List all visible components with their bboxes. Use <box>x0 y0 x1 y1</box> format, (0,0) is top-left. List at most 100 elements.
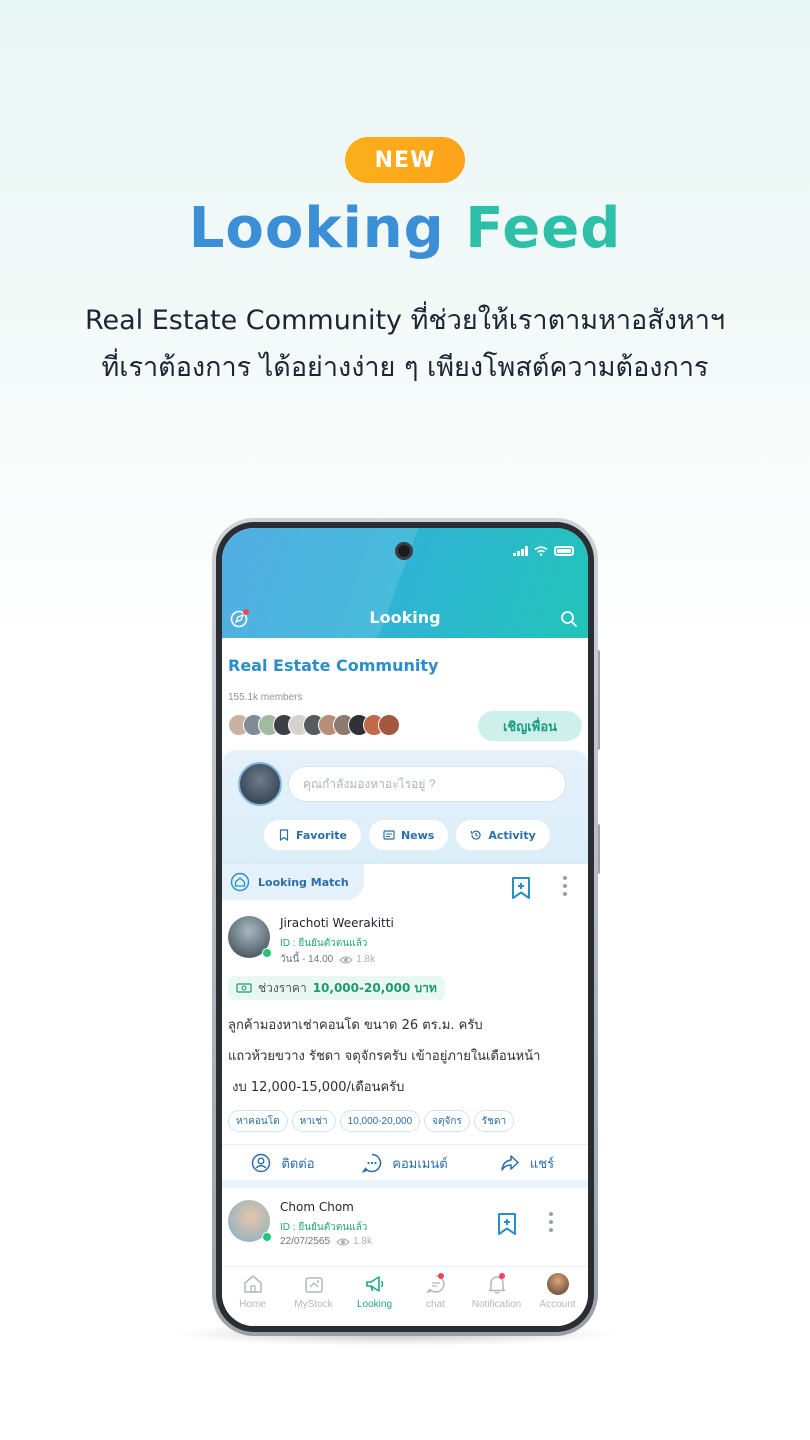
author-name[interactable]: Jirachoti Weerakitti <box>280 916 394 930</box>
member-avatar <box>378 714 400 736</box>
author-name[interactable]: Chom Chom <box>280 1200 354 1214</box>
looking-match-tab[interactable]: Looking Match <box>222 864 364 900</box>
comment-label: คอมเมนต์ <box>392 1156 448 1172</box>
headline-word-1: Looking <box>188 196 445 261</box>
notification-dot <box>438 1273 444 1279</box>
post-time: วันนี้ - 14.00 <box>280 954 334 965</box>
nav-account-label: Account <box>539 1299 576 1310</box>
tag-chip[interactable]: หาเช่า <box>291 1110 336 1132</box>
looking-match-label: Looking Match <box>258 875 349 889</box>
app-header: Looking <box>222 528 588 638</box>
news-chip[interactable]: News <box>368 820 449 850</box>
favorite-chip[interactable]: Favorite <box>264 820 361 850</box>
price-range: ช่วงราคา 10,000-20,000 บาท <box>228 976 445 1000</box>
post-views: 1.8k <box>336 1236 372 1247</box>
nav-home[interactable]: Home <box>222 1273 283 1326</box>
stock-icon <box>304 1277 323 1293</box>
home-match-icon <box>230 872 250 892</box>
search-icon[interactable] <box>560 610 578 628</box>
bookmark-add-icon[interactable] <box>510 876 532 900</box>
post-views-count: 1.8k <box>353 1236 372 1247</box>
invite-friends-button[interactable]: เชิญเพื่อน <box>478 711 582 741</box>
tag-chip[interactable]: หาคอนโด <box>228 1110 288 1132</box>
post-views: 1.8k <box>339 954 375 965</box>
share-icon <box>501 1155 519 1171</box>
headline: Looking Feed <box>0 196 810 261</box>
tag-chip[interactable]: 10,000-20,000 <box>339 1110 421 1132</box>
news-icon <box>383 830 395 840</box>
tag-chip[interactable]: จตุจักร <box>424 1110 470 1132</box>
headline-word-2: Feed <box>465 196 622 261</box>
money-icon <box>236 983 252 993</box>
divider <box>222 1144 588 1145</box>
nav-mystock-label: MyStock <box>294 1299 333 1310</box>
post-body-line: งบ 12,000-15,000/เดือนครับ <box>228 1080 405 1095</box>
contact-label: ติดต่อ <box>281 1156 315 1172</box>
post-composer: คุณกำลังมองหาอะไรอยู่ ? Favorite News Ac… <box>222 750 588 864</box>
my-avatar[interactable] <box>238 762 282 806</box>
bookmark-icon <box>279 829 289 841</box>
community-title[interactable]: Real Estate Community <box>228 656 438 675</box>
post-body-line: ลูกค้ามองหาเช่าคอนโด ขนาด 26 ตร.ม. ครับ <box>228 1018 483 1033</box>
nav-looking-label: Looking <box>356 1299 393 1310</box>
post-actions: ติดต่อ คอมเมนต์ แชร์ <box>222 1146 588 1180</box>
nav-notification-label: Notification <box>471 1299 522 1310</box>
post-separator <box>222 1180 588 1188</box>
post-body: ลูกค้ามองหาเช่าคอนโด ขนาด 26 ตร.ม. ครับ … <box>228 1010 582 1103</box>
avatar <box>546 1273 569 1295</box>
home-icon <box>243 1275 262 1293</box>
megaphone-icon <box>365 1276 383 1292</box>
app-title: Looking <box>369 608 441 627</box>
more-options-icon[interactable] <box>549 1212 555 1232</box>
nav-mystock[interactable]: MyStock <box>283 1273 344 1326</box>
eye-icon <box>339 955 354 964</box>
post-tags: หาคอนโด หาเช่า 10,000-20,000 จตุจักร รัช… <box>228 1110 515 1132</box>
tag-chip[interactable]: รัชดา <box>473 1110 515 1132</box>
subtitle-line-2: ที่เราต้องการ ได้อย่างง่าย ๆ เพียงโพสต์ค… <box>101 352 709 383</box>
phone-screen: Looking Real Estate Community 155.1k mem… <box>222 528 588 1326</box>
contact-icon <box>252 1153 271 1173</box>
news-chip-label: News <box>400 828 435 842</box>
battery-icon <box>554 546 574 556</box>
composer-chips: Favorite News Activity <box>264 820 550 850</box>
verified-icon <box>262 1232 272 1242</box>
post-meta: 22/07/2565 1.8k <box>280 1236 372 1247</box>
history-icon <box>471 830 481 840</box>
signal-icon <box>513 546 528 556</box>
nav-looking[interactable]: Looking <box>344 1273 405 1326</box>
activity-chip[interactable]: Activity <box>456 820 550 850</box>
bottom-nav: Home MyStock Looking chat Notification A… <box>222 1266 588 1326</box>
subtitle-line-1: Real Estate Community ที่ช่วยให้เราตามหา… <box>84 305 726 336</box>
price-label: ช่วงราคา <box>258 980 307 995</box>
comment-button[interactable]: คอมเมนต์ <box>344 1146 466 1180</box>
price-value: 10,000-20,000 บาท <box>312 980 437 995</box>
front-camera <box>395 542 413 560</box>
new-badge: NEW <box>345 137 465 183</box>
nav-notification[interactable]: Notification <box>466 1273 527 1326</box>
nav-home-label: Home <box>239 1299 266 1310</box>
post-meta: วันนี้ - 14.00 1.8k <box>280 952 375 967</box>
contact-button[interactable]: ติดต่อ <box>222 1146 344 1180</box>
looking-input[interactable]: คุณกำลังมองหาอะไรอยู่ ? <box>288 766 566 802</box>
favorite-chip-label: Favorite <box>296 828 347 842</box>
author-id-status: ID : ยืนยันตัวตนแล้ว <box>280 938 368 949</box>
author-id-status: ID : ยืนยันตัวตนแล้ว <box>280 1222 368 1233</box>
post-views-count: 1.8k <box>356 954 376 965</box>
status-bar <box>513 546 574 556</box>
activity-chip-label: Activity <box>488 828 536 842</box>
nav-chat-label: chat <box>426 1299 445 1310</box>
eye-icon <box>336 1237 350 1246</box>
bookmark-add-icon[interactable] <box>496 1212 518 1236</box>
phone-frame: Looking Real Estate Community 155.1k mem… <box>212 518 598 1336</box>
comment-icon <box>362 1153 382 1173</box>
verified-icon <box>262 948 272 958</box>
more-options-icon[interactable] <box>563 876 569 896</box>
community-members-count: 155.1k members <box>228 692 303 703</box>
nav-chat[interactable]: chat <box>405 1273 466 1326</box>
phone-bezel: Looking Real Estate Community 155.1k mem… <box>216 522 594 1332</box>
notification-dot <box>499 1273 505 1279</box>
wifi-icon <box>534 546 548 556</box>
share-button[interactable]: แชร์ <box>466 1146 588 1180</box>
share-label: แชร์ <box>529 1156 555 1172</box>
nav-account[interactable]: Account <box>527 1273 588 1326</box>
